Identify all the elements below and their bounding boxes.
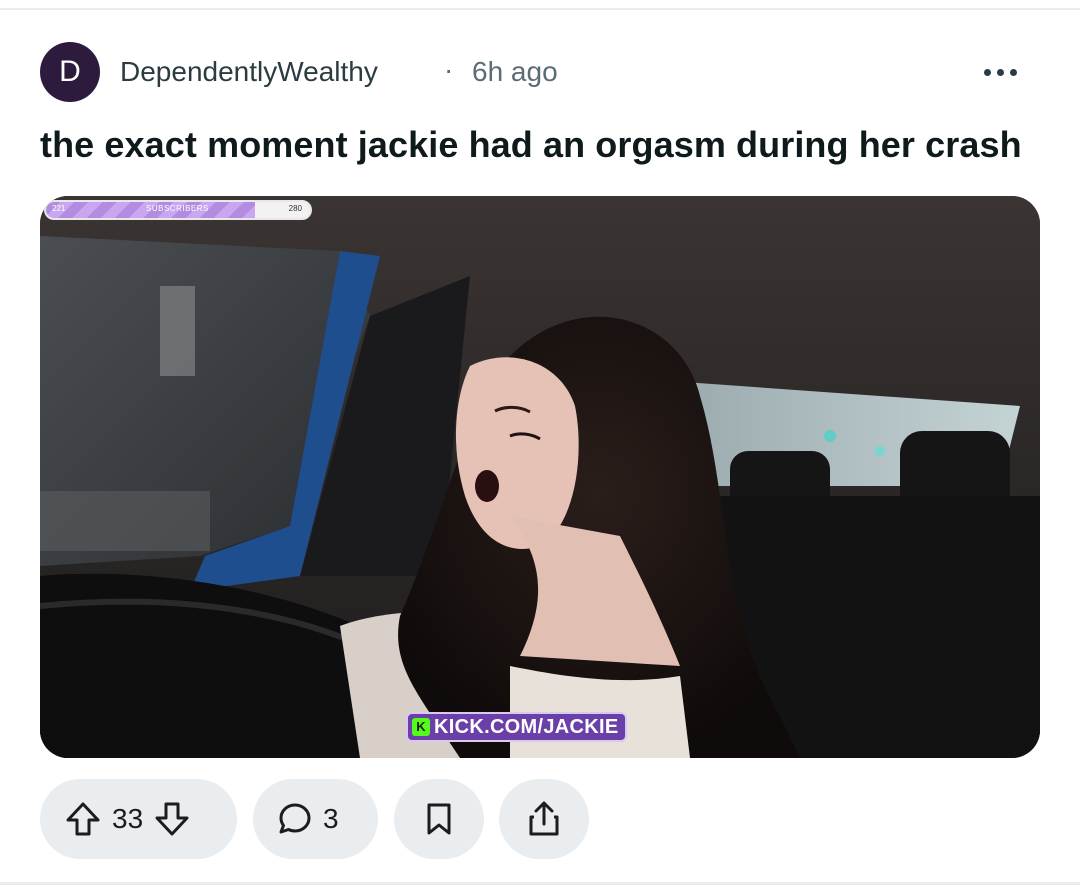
post-title[interactable]: the exact moment jackie had an orgasm du… bbox=[40, 124, 1040, 166]
top-divider bbox=[0, 8, 1080, 10]
comments-button[interactable]: 3 bbox=[253, 779, 378, 859]
share-icon bbox=[526, 800, 562, 838]
watermark-text: KICK.COM/JACKIE bbox=[434, 715, 619, 738]
kick-logo-icon: K bbox=[412, 718, 430, 736]
comment-icon bbox=[277, 801, 313, 837]
subscriber-progress-bar: 221 SUBSCRIBERS 280 bbox=[44, 200, 312, 220]
subscriber-start-value: 221 bbox=[52, 204, 66, 213]
vote-pill: 33 bbox=[40, 779, 237, 859]
share-button[interactable] bbox=[499, 779, 589, 859]
meta-separator: · bbox=[444, 54, 454, 85]
comment-count: 3 bbox=[323, 803, 339, 834]
author-avatar[interactable]: D bbox=[40, 42, 100, 102]
more-options-icon[interactable] bbox=[978, 52, 1022, 92]
upvote-icon[interactable] bbox=[64, 800, 102, 838]
downvote-icon[interactable] bbox=[153, 800, 191, 838]
post-header: D DependentlyWealthy · 6h ago bbox=[40, 42, 1040, 102]
save-button[interactable] bbox=[394, 779, 484, 859]
video-frame bbox=[40, 196, 1040, 758]
stream-watermark: K KICK.COM/JACKIE bbox=[406, 712, 627, 742]
author-name[interactable]: DependentlyWealthy bbox=[120, 56, 378, 88]
subscriber-label: SUBSCRIBERS bbox=[146, 204, 209, 213]
subscriber-goal-value: 280 bbox=[288, 204, 302, 213]
post-age: 6h ago bbox=[472, 56, 558, 87]
upvote-count: 33 bbox=[112, 803, 144, 834]
post-media[interactable]: 221 SUBSCRIBERS 280 K KICK.COM/JACKIE bbox=[40, 196, 1040, 758]
save-icon bbox=[423, 802, 455, 836]
